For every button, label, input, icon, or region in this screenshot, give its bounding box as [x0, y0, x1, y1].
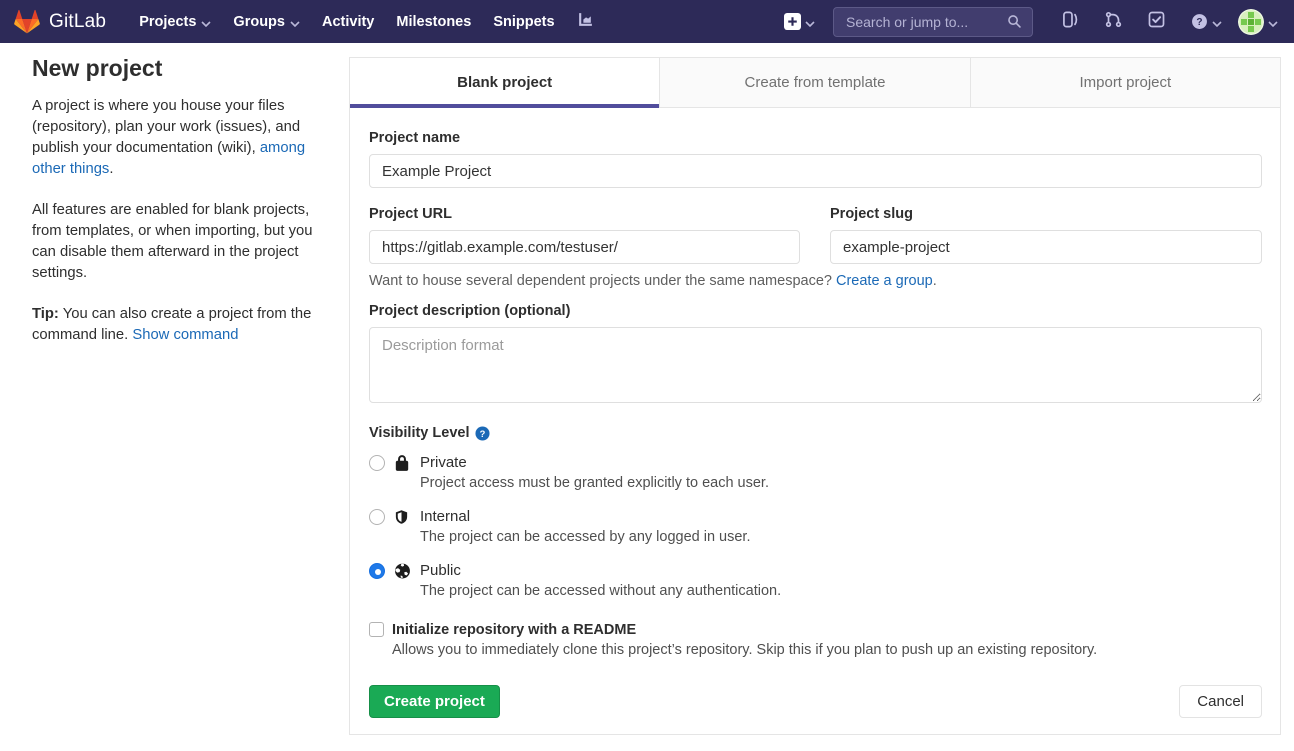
nav-projects[interactable]: Projects: [128, 0, 222, 43]
project-type-tabs: Blank project Create from template Impor…: [350, 58, 1280, 108]
internal-option-desc: The project can be accessed by any logge…: [420, 527, 750, 548]
chevron-down-icon: [805, 15, 815, 31]
gitlab-home-link[interactable]: GitLab: [14, 9, 106, 34]
top-navbar: GitLab Projects Groups Activity Mileston…: [0, 0, 1294, 43]
private-option-name: Private: [420, 453, 769, 473]
public-option-desc: The project can be accessed without any …: [420, 581, 781, 602]
plus-icon: [784, 13, 801, 30]
intro-paragraph: A project is where you house your files …: [32, 96, 319, 180]
blank-project-form: Project name Project URL Project slug Wa…: [350, 108, 1280, 734]
visibility-option-public: Public The project can be accessed witho…: [369, 561, 1262, 602]
merge-requests-link[interactable]: [1092, 11, 1135, 32]
private-option-desc: Project access must be granted explicitl…: [420, 473, 769, 494]
create-project-button[interactable]: Create project: [369, 685, 500, 718]
project-name-label: Project name: [369, 130, 1262, 146]
issues-dashboard-link[interactable]: [1049, 11, 1092, 32]
lock-icon: [394, 454, 412, 472]
globe-icon: [394, 562, 412, 580]
chevron-down-icon: [290, 15, 300, 31]
readme-label: Initialize repository with a README: [392, 620, 1097, 640]
todo-check-icon: [1148, 11, 1165, 32]
shield-icon: [394, 508, 412, 526]
chevron-down-icon: [1212, 15, 1222, 31]
show-command-link[interactable]: Show command: [132, 327, 238, 343]
nav-groups[interactable]: Groups: [222, 0, 311, 43]
private-radio[interactable]: [369, 455, 385, 471]
tab-blank-project[interactable]: Blank project: [350, 58, 659, 107]
chevron-down-icon: [201, 15, 211, 31]
public-radio[interactable]: [369, 563, 385, 579]
tab-create-from-template[interactable]: Create from template: [659, 58, 969, 107]
merge-request-icon: [1105, 11, 1122, 32]
instance-statistics-link[interactable]: [566, 11, 605, 32]
nav-activity[interactable]: Activity: [311, 0, 385, 43]
search-icon: [1007, 14, 1022, 29]
help-menu-button[interactable]: ?: [1178, 13, 1232, 31]
project-url-label: Project URL: [369, 206, 800, 222]
namespace-hint: Want to house several dependent projects…: [369, 273, 1262, 289]
project-name-input[interactable]: [369, 154, 1262, 188]
project-url-input[interactable]: [369, 230, 800, 264]
user-menu-button[interactable]: [1238, 9, 1278, 35]
page-title: New project: [32, 55, 319, 82]
global-search: [833, 7, 1033, 37]
cancel-button[interactable]: Cancel: [1179, 685, 1262, 718]
project-description-label: Project description (optional): [369, 303, 1262, 319]
svg-text:?: ?: [1196, 17, 1202, 28]
visibility-option-internal: Internal The project can be accessed by …: [369, 507, 1262, 548]
new-menu-button[interactable]: [784, 13, 815, 31]
readme-desc: Allows you to immediately clone this pro…: [392, 640, 1097, 661]
help-icon: ?: [1191, 13, 1208, 30]
features-paragraph: All features are enabled for blank proje…: [32, 200, 319, 284]
public-option-name: Public: [420, 561, 781, 581]
visibility-help-icon[interactable]: ?: [475, 426, 490, 441]
initialize-readme-checkbox[interactable]: [369, 622, 384, 637]
internal-option-name: Internal: [420, 507, 750, 527]
new-project-sidebar: New project A project is where you house…: [32, 55, 319, 366]
tip-paragraph: Tip: You can also create a project from …: [32, 304, 319, 346]
new-project-panel: Blank project Create from template Impor…: [349, 57, 1281, 735]
nav-milestones[interactable]: Milestones: [385, 0, 482, 43]
nav-snippets[interactable]: Snippets: [482, 0, 565, 43]
visibility-option-private: Private Project access must be granted e…: [369, 453, 1262, 494]
project-slug-label: Project slug: [830, 206, 1262, 222]
brand-name: GitLab: [49, 11, 106, 33]
initialize-readme-row: Initialize repository with a README Allo…: [369, 620, 1262, 661]
svg-text:?: ?: [480, 428, 486, 438]
create-a-group-link[interactable]: Create a group: [836, 273, 933, 289]
bar-chart-icon: [577, 11, 594, 32]
chevron-down-icon: [1268, 15, 1278, 31]
internal-radio[interactable]: [369, 509, 385, 525]
project-description-textarea[interactable]: [369, 327, 1262, 403]
issues-icon: [1062, 11, 1079, 32]
tab-import-project[interactable]: Import project: [970, 58, 1280, 107]
avatar: [1238, 9, 1264, 35]
gitlab-tanuki-logo-icon: [14, 9, 40, 34]
search-input[interactable]: [844, 13, 1007, 31]
visibility-level-label: Visibility Level ?: [369, 425, 1262, 441]
todos-link[interactable]: [1135, 11, 1178, 32]
project-slug-input[interactable]: [830, 230, 1262, 264]
